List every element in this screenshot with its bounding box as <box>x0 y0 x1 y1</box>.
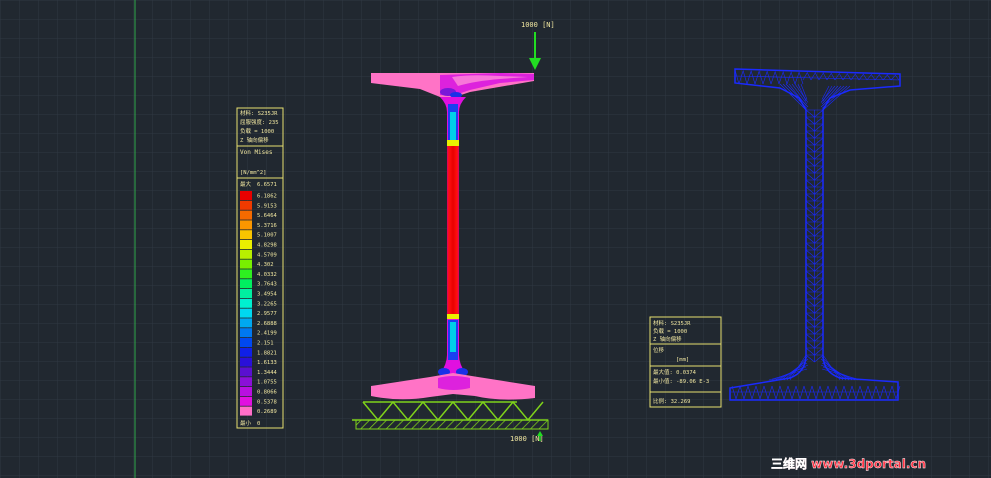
stress-axis: Z 轴向偏移 <box>240 136 269 144</box>
scale-swatch <box>240 377 252 387</box>
scale-swatch <box>240 259 252 269</box>
scale-value: 1.3444 <box>257 370 278 376</box>
scale-swatch <box>240 347 252 357</box>
scale-value: 0.2689 <box>257 409 277 415</box>
stress-result-title: Von Mises <box>240 149 273 156</box>
scale-value: 5.9153 <box>257 203 277 209</box>
disp-max: 最大值: 0.0374 <box>653 368 697 376</box>
scale-value: 1.6133 <box>257 360 277 366</box>
scale-swatch <box>240 289 252 298</box>
scale-value: 4.5709 <box>257 252 277 258</box>
scale-swatch <box>240 249 252 259</box>
scale-swatch <box>240 230 252 240</box>
load-label-bottom: 1000 [N] <box>510 435 544 443</box>
scale-swatch <box>240 318 252 328</box>
disp-material: 材料: S235JR <box>653 319 691 327</box>
scale-swatch <box>240 328 252 338</box>
stress-max-label: 最大 <box>240 180 252 188</box>
scale-swatch <box>240 269 252 279</box>
scale-value: 5.3716 <box>257 223 277 229</box>
scale-value: 3.2265 <box>257 301 277 307</box>
load-label-top: 1000 [N] <box>521 21 555 29</box>
scale-swatch <box>240 279 252 289</box>
stress-color-scale: 6.1862 5.9153 5.6464 5.3716 5.1007 4.8298 4.57… <box>240 191 278 416</box>
web <box>447 146 459 316</box>
stress-min-value: 0 <box>257 421 260 427</box>
disp-min: 最小值: -89.06 E-3 <box>653 377 709 385</box>
scale-value: 2.9577 <box>257 311 277 317</box>
disp-unit: [mm] <box>676 357 689 363</box>
scale-swatch <box>240 387 252 396</box>
ground-hatch <box>355 419 549 430</box>
scale-value: 4.302 <box>257 262 274 268</box>
scale-value: 1.0755 <box>257 380 277 386</box>
scale-value: 0.8066 <box>257 390 277 396</box>
stress-material: 材料: S235JR <box>240 109 278 117</box>
stress-min-label: 最小 <box>240 419 252 427</box>
scale-swatch <box>240 191 252 200</box>
disp-axis: Z 轴向偏移 <box>653 335 682 343</box>
stress-load: 负载 = 1000 <box>240 127 274 135</box>
cad-viewport[interactable]: 1000 [N] 1000 [N] 材料: S235JR 屈服强度: 235 负… <box>0 0 991 478</box>
scale-value: 1.8821 <box>257 350 277 356</box>
stress-max-value: 6.6571 <box>257 182 277 188</box>
disp-load: 负载 = 1000 <box>653 327 687 335</box>
scale-swatch <box>240 298 252 308</box>
scale-swatch <box>240 220 252 230</box>
scale-swatch <box>240 406 252 416</box>
scale-value: 2.6888 <box>257 321 277 327</box>
scale-value: 2.151 <box>257 341 274 347</box>
scale-value: 4.0332 <box>257 272 277 278</box>
scale-swatch <box>240 240 252 249</box>
scale-swatch <box>240 210 252 220</box>
scale-value: 3.7643 <box>257 282 277 288</box>
stress-yield: 屈服强度: 235 <box>240 118 279 126</box>
scale-value: 5.6464 <box>257 213 278 219</box>
disp-factor: 比例: 32.269 <box>653 397 691 405</box>
watermark: 三维网 www.3dportal.cn <box>771 456 926 471</box>
stress-unit: [N/mm^2] <box>240 170 267 176</box>
scale-value: 6.1862 <box>257 194 277 200</box>
scale-value: 4.8298 <box>257 243 277 249</box>
disp-result-title: 位移 <box>653 346 665 354</box>
scale-value: 3.4954 <box>257 292 278 298</box>
scale-value: 5.1007 <box>257 233 277 239</box>
scale-swatch <box>240 200 252 210</box>
scale-value: 0.5378 <box>257 399 277 405</box>
scale-swatch <box>240 357 252 367</box>
scale-swatch <box>240 367 252 377</box>
scale-swatch <box>240 396 252 406</box>
scale-swatch <box>240 308 252 318</box>
scale-swatch <box>240 338 252 347</box>
scale-value: 2.4199 <box>257 331 277 337</box>
